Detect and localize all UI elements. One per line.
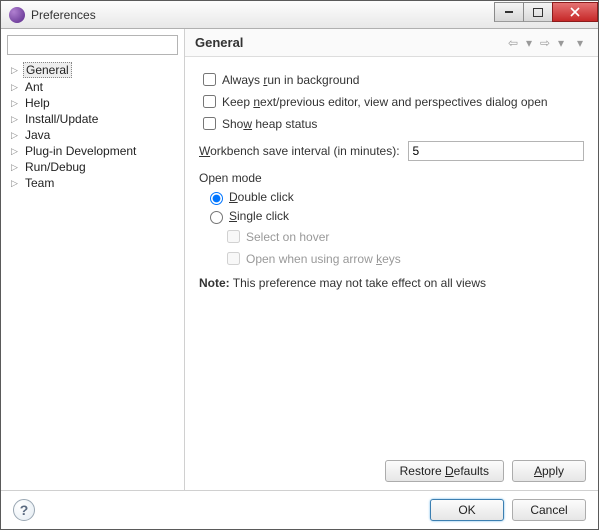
restore-defaults-button[interactable]: Restore Defaults: [385, 460, 504, 482]
expand-icon[interactable]: ▷: [11, 130, 21, 141]
expand-icon[interactable]: ▷: [11, 178, 21, 189]
sidebar-item-general[interactable]: ▷General: [7, 61, 178, 79]
sidebar-item-help[interactable]: ▷Help: [7, 95, 178, 111]
filter-input[interactable]: [7, 35, 178, 55]
single-click-row: Single click: [205, 208, 584, 224]
always-run-background-label[interactable]: Always run in background: [222, 73, 359, 87]
save-interval-label: Workbench save interval (in minutes):: [199, 144, 400, 158]
sidebar-item-label: Java: [23, 128, 52, 142]
open-mode-group-label: Open mode: [199, 171, 584, 185]
category-tree: ▷General▷Ant▷Help▷Install/Update▷Java▷Pl…: [7, 61, 178, 484]
dialog-button-bar: ? OK Cancel: [1, 490, 598, 529]
titlebar[interactable]: Preferences: [1, 1, 598, 29]
sidebar-item-run-debug[interactable]: ▷Run/Debug: [7, 159, 178, 175]
select-on-hover-checkbox: [227, 230, 240, 243]
apply-button[interactable]: Apply: [512, 460, 586, 482]
sidebar-item-team[interactable]: ▷Team: [7, 175, 178, 191]
back-icon[interactable]: ⇦: [506, 36, 520, 50]
show-heap-checkbox[interactable]: [203, 117, 216, 130]
show-heap-label[interactable]: Show heap status: [222, 117, 317, 131]
window-title: Preferences: [31, 8, 495, 22]
app-icon: [9, 7, 25, 23]
expand-icon[interactable]: ▷: [11, 65, 21, 76]
back-menu-icon[interactable]: ▾: [522, 36, 536, 50]
open-arrow-keys-checkbox: [227, 252, 240, 265]
forward-menu-icon[interactable]: ▾: [554, 36, 568, 50]
maximize-button[interactable]: [523, 2, 553, 22]
view-menu-icon[interactable]: ▾: [573, 36, 587, 50]
help-icon[interactable]: ?: [13, 499, 35, 521]
expand-icon[interactable]: ▷: [11, 82, 21, 93]
sidebar-item-java[interactable]: ▷Java: [7, 127, 178, 143]
sidebar-item-label: Ant: [23, 80, 45, 94]
double-click-row: Double click: [205, 189, 584, 205]
expand-icon[interactable]: ▷: [11, 98, 21, 109]
expand-icon[interactable]: ▷: [11, 162, 21, 173]
sidebar-item-label: Help: [23, 96, 52, 110]
sidebar-item-label: Run/Debug: [23, 160, 88, 174]
show-heap-row: Show heap status: [199, 114, 584, 133]
minimize-button[interactable]: [494, 2, 524, 22]
open-arrow-keys-row: Open when using arrow keys: [223, 249, 584, 268]
sidebar-item-label: Team: [23, 176, 56, 190]
double-click-label[interactable]: Double click: [229, 190, 294, 204]
sidebar: ▷General▷Ant▷Help▷Install/Update▷Java▷Pl…: [1, 29, 185, 490]
open-arrow-keys-label: Open when using arrow keys: [246, 252, 401, 266]
expand-icon[interactable]: ▷: [11, 114, 21, 125]
keep-editor-dialog-label[interactable]: Keep next/previous editor, view and pers…: [222, 95, 548, 109]
single-click-label[interactable]: Single click: [229, 209, 289, 223]
sidebar-item-install-update[interactable]: ▷Install/Update: [7, 111, 178, 127]
note-text: Note: This preference may not take effec…: [199, 276, 584, 290]
sidebar-item-label: Plug-in Development: [23, 144, 138, 158]
sidebar-item-plug-in-development[interactable]: ▷Plug-in Development: [7, 143, 178, 159]
expand-icon[interactable]: ▷: [11, 146, 21, 157]
ok-button[interactable]: OK: [430, 499, 504, 521]
save-interval-input[interactable]: [408, 141, 584, 161]
always-run-background-row: Always run in background: [199, 70, 584, 89]
keep-editor-dialog-row: Keep next/previous editor, view and pers…: [199, 92, 584, 111]
sidebar-item-ant[interactable]: ▷Ant: [7, 79, 178, 95]
cancel-button[interactable]: Cancel: [512, 499, 586, 521]
save-interval-row: Workbench save interval (in minutes):: [199, 141, 584, 161]
always-run-background-checkbox[interactable]: [203, 73, 216, 86]
preferences-window: Preferences ▷General▷Ant▷Help▷Install/Up…: [0, 0, 599, 530]
keep-editor-dialog-checkbox[interactable]: [203, 95, 216, 108]
sidebar-item-label: Install/Update: [23, 112, 100, 126]
page-button-bar: Restore Defaults Apply: [185, 452, 598, 490]
sidebar-item-label: General: [23, 62, 72, 78]
single-click-radio[interactable]: [210, 211, 223, 224]
double-click-radio[interactable]: [210, 192, 223, 205]
page-title: General: [195, 35, 505, 50]
forward-icon[interactable]: ⇨: [538, 36, 552, 50]
select-on-hover-row: Select on hover: [223, 227, 584, 246]
close-button[interactable]: [552, 2, 598, 22]
select-on-hover-label: Select on hover: [246, 230, 329, 244]
main-panel: General ⇦ ▾ ⇨ ▾ ▾ Always run in backgrou…: [185, 29, 598, 490]
